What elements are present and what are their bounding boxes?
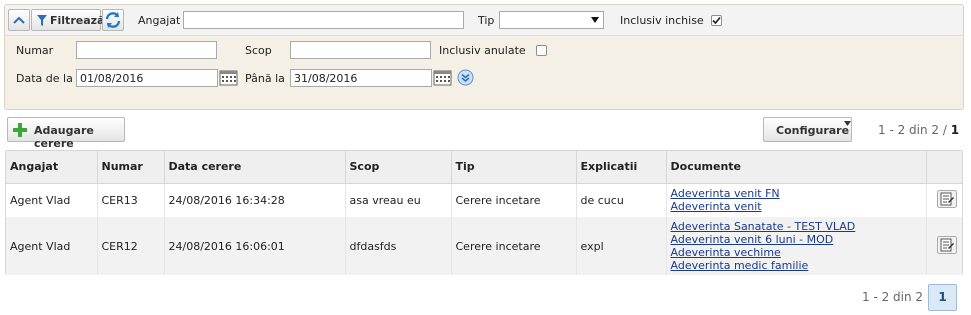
pana-la-label: Până la: [245, 72, 285, 85]
column-header[interactable]: Explicatii: [576, 151, 667, 184]
cell-scop: asa vreau eu: [345, 183, 452, 217]
add-request-label: Adaugare cerere: [34, 124, 94, 150]
cell-actions: [926, 183, 962, 217]
document-link[interactable]: Adeverinta venit FN: [671, 187, 926, 200]
edit-form-icon[interactable]: [936, 235, 957, 254]
edit-form-icon[interactable]: [936, 189, 957, 208]
cell-explicatii: de cucu: [576, 183, 667, 217]
tip-label: Tip: [478, 14, 495, 27]
angajat-label: Angajat: [138, 14, 181, 27]
document-link[interactable]: Adeverinta vechime: [671, 246, 926, 259]
numar-input[interactable]: [76, 41, 217, 59]
funnel-icon: [37, 15, 47, 26]
numar-label: Numar: [16, 44, 54, 57]
filter-button-label: Filtrează: [50, 14, 105, 27]
table-header-row: Angajat Numar Data cerere Scop Tip Expli…: [6, 151, 962, 184]
cell-tip: Cerere incetare: [451, 217, 577, 275]
cell-data: 24/08/2016 16:34:28: [164, 183, 346, 217]
pager-bottom-text: 1 - 2 din 2: [862, 290, 924, 304]
calendar-icon[interactable]: [219, 70, 238, 86]
pager-top-text: 1 - 2 din 2 /: [878, 123, 947, 137]
cell-documente: Adeverinta Sanatate - TEST VLAD Adeverin…: [666, 217, 927, 275]
cell-documente: Adeverinta venit FN Adeverinta venit: [666, 183, 927, 217]
collapse-button[interactable]: [8, 9, 30, 31]
dropdown-arrow-icon: [591, 17, 599, 23]
cell-angajat: Agent Vlad: [6, 217, 98, 275]
table-row[interactable]: Agent Vlad CER12 24/08/2016 16:06:01 dfd…: [6, 217, 962, 275]
inclusiv-anulate-label: Inclusiv anulate: [439, 44, 526, 57]
filter-button[interactable]: Filtrează: [31, 9, 105, 31]
scop-input[interactable]: [290, 41, 431, 59]
column-header-actions: [926, 151, 962, 184]
document-link[interactable]: Adeverinta venit: [671, 200, 926, 213]
data-de-la-label: Data de la: [16, 72, 73, 85]
data-de-la-input[interactable]: [76, 69, 218, 87]
cell-explicatii: expl: [576, 217, 667, 275]
plus-icon: [13, 123, 27, 137]
inclusiv-inchise-checkbox[interactable]: [711, 15, 722, 26]
inclusiv-inchise-label: Inclusiv inchise: [620, 14, 704, 27]
inclusiv-anulate-checkbox[interactable]: [536, 45, 547, 56]
cell-numar: CER13: [97, 183, 165, 217]
column-header[interactable]: Data cerere: [164, 151, 346, 184]
tip-select[interactable]: [499, 11, 604, 29]
refresh-icon: [105, 12, 121, 28]
add-request-button[interactable]: Adaugare cerere: [7, 117, 125, 150]
scop-label: Scop: [245, 44, 272, 57]
configure-button[interactable]: Configurare: [763, 117, 852, 142]
document-link[interactable]: Adeverinta Sanatate - TEST VLAD: [671, 220, 926, 233]
cell-data: 24/08/2016 16:06:01: [164, 217, 346, 275]
column-header[interactable]: Tip: [451, 151, 577, 184]
checkmark-icon: [712, 16, 721, 25]
chevron-up-icon: [13, 16, 25, 24]
column-header[interactable]: Documente: [666, 151, 927, 184]
column-header[interactable]: Scop: [345, 151, 452, 184]
pana-la-input[interactable]: [290, 69, 432, 87]
document-link[interactable]: Adeverinta venit 6 luni - MOD: [671, 233, 926, 246]
cell-actions: [926, 217, 962, 275]
page-button[interactable]: 1: [928, 284, 957, 311]
cell-scop: dfdasfds: [345, 217, 452, 275]
cell-numar: CER12: [97, 217, 165, 275]
angajat-input[interactable]: [183, 11, 464, 29]
pager-top-page: 1: [950, 123, 960, 137]
cell-angajat: Agent Vlad: [6, 183, 98, 217]
dropdown-arrow-icon: [844, 121, 851, 126]
table-row[interactable]: Agent Vlad CER13 24/08/2016 16:34:28 asa…: [6, 183, 962, 217]
column-header[interactable]: Angajat: [6, 151, 98, 184]
expand-more-icon[interactable]: [457, 69, 474, 86]
refresh-button[interactable]: [102, 9, 124, 31]
column-header[interactable]: Numar: [97, 151, 165, 184]
pager-top: 1 - 2 din 2 / 1: [878, 123, 959, 137]
cell-tip: Cerere incetare: [451, 183, 577, 217]
requests-table: Angajat Numar Data cerere Scop Tip Expli…: [5, 150, 963, 275]
document-link[interactable]: Adeverinta medic familie: [671, 259, 926, 272]
calendar-icon[interactable]: [433, 70, 452, 86]
configure-label: Configurare: [776, 124, 850, 137]
